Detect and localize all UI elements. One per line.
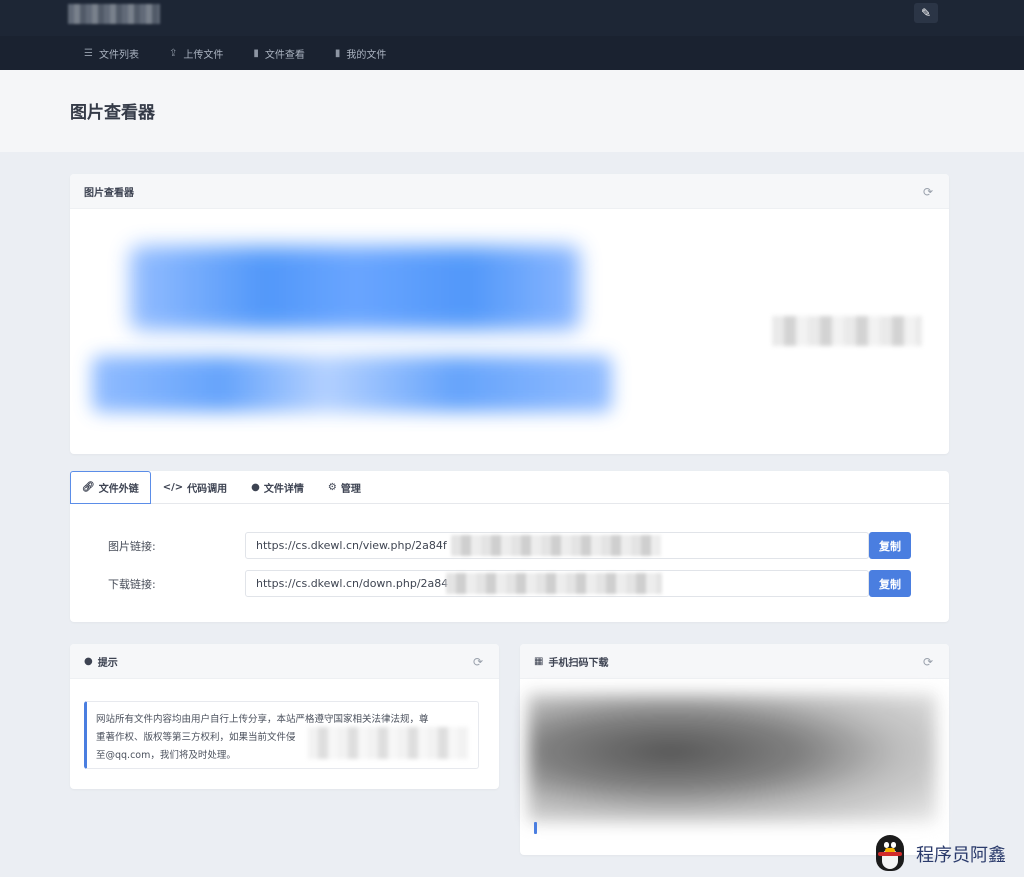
- refresh-icon[interactable]: ⟳: [923, 185, 933, 199]
- nav-item-label: 我的文件: [346, 49, 387, 61]
- image-link-row: 图片链接: 复制: [70, 532, 949, 560]
- qr-download-card: ▦ 手机扫码下载 ⟳: [520, 644, 949, 855]
- redaction-mask: [446, 573, 662, 594]
- card-title-text: 手机扫码下载: [548, 657, 609, 669]
- preview-image-blurred-side: [772, 316, 922, 346]
- card-header: ● 提示 ⟳: [70, 644, 499, 679]
- file-links-card: 🔗︎ 文件外链 </> 代码调用 ● 文件详情 ⚙ 管理 图片链接: 复制 下载…: [70, 471, 949, 622]
- card-title: 图片查看器: [84, 187, 134, 199]
- nav-item-file-list[interactable]: ☰ 文件列表: [84, 46, 139, 61]
- nav-item-my-files[interactable]: ▮ 我的文件: [335, 46, 387, 61]
- card-header: 图片查看器 ⟳: [70, 174, 949, 209]
- link-icon: 🔗︎: [82, 482, 95, 493]
- tab-bar: 🔗︎ 文件外链 </> 代码调用 ● 文件详情 ⚙ 管理: [70, 471, 949, 504]
- nav-item-label: 上传文件: [183, 49, 224, 61]
- card-title-text: 提示: [97, 657, 118, 669]
- tab-code-embed[interactable]: </> 代码调用: [151, 471, 239, 503]
- card-title: ▦ 手机扫码下载: [534, 654, 608, 669]
- brush-icon[interactable]: ✎: [914, 3, 938, 23]
- qr-code-image: [528, 694, 936, 822]
- image-link-label: 图片链接:: [108, 540, 156, 553]
- info-icon: ●: [251, 481, 260, 493]
- refresh-icon[interactable]: ⟳: [473, 655, 483, 669]
- code-icon: </>: [162, 481, 184, 493]
- file-icon: ▮: [253, 47, 259, 59]
- site-logo[interactable]: [68, 4, 160, 24]
- page-title: 图片查看器: [70, 103, 155, 123]
- preview-image-blurred-top: [130, 246, 580, 330]
- nav-item-label: 文件列表: [98, 49, 139, 61]
- tab-label: 代码调用: [187, 483, 228, 495]
- card-header: ▦ 手机扫码下载 ⟳: [520, 644, 949, 679]
- gear-icon: ⚙: [327, 481, 337, 493]
- tab-file-links[interactable]: 🔗︎ 文件外链: [70, 471, 151, 504]
- watermark-text: 程序员阿鑫: [916, 845, 1006, 866]
- top-bar: ✎: [0, 0, 1024, 36]
- copy-image-link-button[interactable]: 复制: [869, 532, 911, 559]
- nav-item-upload[interactable]: ⇪ 上传文件: [169, 46, 223, 61]
- redaction-mask: [308, 727, 468, 759]
- upload-icon: ⇪: [168, 47, 178, 59]
- tab-manage[interactable]: ⚙ 管理: [316, 471, 373, 503]
- qrcode-icon: ▦: [534, 655, 544, 667]
- nav-item-label: 文件查看: [264, 49, 305, 61]
- tab-file-details[interactable]: ● 文件详情: [239, 471, 316, 503]
- exclamation-circle-icon: ●: [84, 655, 93, 667]
- refresh-icon[interactable]: ⟳: [923, 655, 933, 669]
- watermark: 程序员阿鑫: [870, 834, 1024, 874]
- list-icon: ☰: [84, 47, 93, 59]
- download-link-label: 下载链接:: [108, 578, 156, 591]
- main-nav: ☰ 文件列表 ⇪ 上传文件 ▮ 文件查看 ▮ 我的文件: [0, 36, 1024, 70]
- preview-image-blurred-bottom: [92, 356, 612, 412]
- file-icon: ▮: [334, 47, 341, 59]
- penguin-logo-icon: [870, 833, 910, 875]
- redaction-mask: [451, 535, 661, 556]
- download-link-row: 下载链接: 复制: [70, 570, 949, 598]
- tab-label: 管理: [340, 483, 361, 495]
- tab-label: 文件详情: [263, 483, 304, 495]
- accent-bar: [534, 822, 537, 834]
- notice-card: ● 提示 ⟳ 网站所有文件内容均由用户自行上传分享，本站严格遵守国家相关法律法规…: [70, 644, 499, 789]
- card-title: ● 提示: [84, 654, 118, 669]
- nav-item-file-view[interactable]: ▮ 文件查看: [253, 46, 305, 61]
- tab-label: 文件外链: [98, 484, 139, 495]
- copy-download-link-button[interactable]: 复制: [869, 570, 911, 597]
